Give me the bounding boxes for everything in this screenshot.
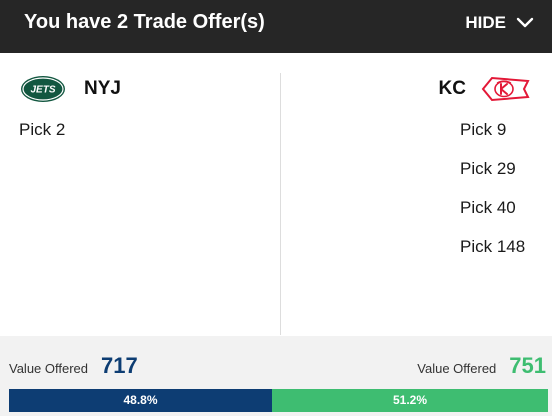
right-picks-list: Pick 9 Pick 29 Pick 40 Pick 148 <box>460 119 525 275</box>
right-value-number: 751 <box>509 353 546 378</box>
right-pick-item: Pick 29 <box>460 159 516 178</box>
jets-logo: JETS <box>21 76 65 102</box>
trade-offer-header: You have 2 Trade Offer(s) HIDE <box>0 0 552 53</box>
team-divider <box>280 73 281 335</box>
right-pick-item: Pick 148 <box>460 237 526 256</box>
chevron-down-icon <box>516 17 534 28</box>
left-value-offered: Value Offered 717 <box>9 353 138 379</box>
right-value-label: Value Offered <box>417 361 497 376</box>
hide-button[interactable]: HIDE <box>465 10 534 36</box>
value-split-bar: 48.8% 51.2% <box>9 389 548 412</box>
left-pick-item: Pick 2 <box>19 120 66 139</box>
left-team-abbr: NYJ <box>84 78 121 99</box>
trade-offer-panel: You have 2 Trade Offer(s) HIDE JETS NYJ … <box>0 0 552 416</box>
left-value-bar-segment: 48.8% <box>9 389 273 412</box>
left-picks-list: Pick 2 <box>19 119 65 158</box>
right-team-header: KC <box>439 74 532 104</box>
right-team-abbr: KC <box>438 78 466 99</box>
hide-label: HIDE <box>465 13 506 32</box>
value-footer: Value Offered 717 Value Offered 751 48.8… <box>0 336 552 416</box>
chiefs-arrowhead-logo <box>481 76 530 102</box>
right-pick-item: Pick 40 <box>460 198 516 217</box>
right-value-bar-segment: 51.2% <box>272 389 548 412</box>
trade-offer-title: You have 2 Trade Offer(s) <box>24 11 265 33</box>
left-value-label: Value Offered <box>9 361 89 376</box>
left-team-header: JETS NYJ <box>20 74 121 104</box>
jets-logo-text: JETS <box>30 85 55 96</box>
right-pick-item: Pick 9 <box>460 120 507 139</box>
left-value-number: 717 <box>101 353 138 378</box>
right-value-offered: Value Offered 751 <box>417 353 546 379</box>
